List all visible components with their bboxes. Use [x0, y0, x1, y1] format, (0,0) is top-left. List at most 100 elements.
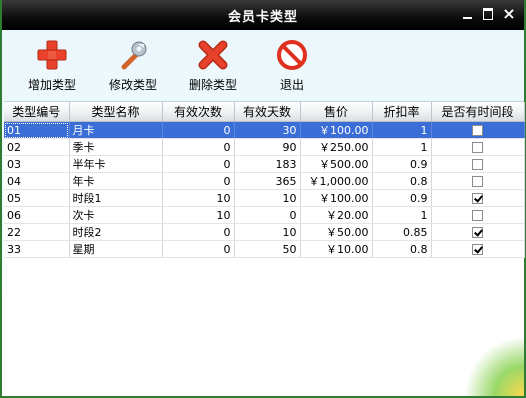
column-header-discount[interactable]: 折扣率 [372, 102, 432, 122]
cell-days[interactable]: 0 [234, 206, 301, 224]
cell-times[interactable]: 0 [162, 240, 235, 258]
column-header-days[interactable]: 有效天数 [234, 102, 301, 122]
delete-type-label: 删除类型 [188, 78, 237, 92]
cell-times[interactable]: 0 [162, 155, 235, 173]
edit-type-button[interactable]: 修改类型 [101, 38, 165, 93]
cell-discount[interactable]: 0.8 [372, 172, 432, 190]
no-entry-icon [277, 40, 307, 70]
cell-times[interactable]: 0 [162, 121, 235, 139]
cell-code[interactable]: 04 [4, 172, 70, 190]
exit-label: 退出 [279, 78, 304, 92]
add-type-button[interactable]: 增加类型 [20, 38, 84, 93]
cell-times[interactable]: 0 [162, 172, 235, 190]
exit-button[interactable]: 退出 [260, 38, 324, 93]
column-header-price[interactable]: 售价 [300, 102, 373, 122]
cell-has-period [431, 223, 525, 241]
column-header-has-period[interactable]: 是否有时间段 [431, 102, 525, 122]
cell-days[interactable]: 183 [234, 155, 301, 173]
delete-x-icon [198, 40, 228, 70]
cell-discount[interactable]: 0.9 [372, 155, 432, 173]
cell-days[interactable]: 90 [234, 138, 301, 156]
cell-name[interactable]: 星期 [69, 240, 163, 258]
has-period-checkbox[interactable] [472, 210, 483, 221]
cell-has-period [431, 121, 525, 139]
toolbar: 增加类型 修改类型 删除类型 退出 [2, 30, 524, 98]
cell-code[interactable]: 33 [4, 240, 70, 258]
has-period-checkbox[interactable] [472, 244, 483, 255]
cell-has-period [431, 189, 525, 207]
cell-has-period [431, 155, 525, 173]
cell-code[interactable]: 05 [4, 189, 70, 207]
cell-price[interactable]: ￥50.00 [300, 223, 373, 241]
has-period-checkbox[interactable] [472, 227, 483, 238]
cell-days[interactable]: 10 [234, 189, 301, 207]
delete-type-button[interactable]: 删除类型 [181, 38, 245, 93]
has-period-checkbox[interactable] [472, 125, 483, 136]
has-period-checkbox[interactable] [472, 193, 483, 204]
close-button[interactable]: × [501, 6, 517, 22]
cell-has-period [431, 172, 525, 190]
plus-icon [37, 40, 67, 70]
cell-code[interactable]: 01 [4, 121, 70, 139]
cell-discount[interactable]: 0.85 [372, 223, 432, 241]
cell-has-period [431, 138, 525, 156]
column-header-name[interactable]: 类型名称 [69, 102, 163, 122]
column-header-code[interactable]: 类型编号 [4, 102, 70, 122]
cell-name[interactable]: 月卡 [69, 121, 163, 139]
title-bar[interactable]: 会员卡类型 × [2, 0, 524, 30]
cell-price[interactable]: ￥500.00 [300, 155, 373, 173]
table-row[interactable]: 01 月卡 0 30 ￥100.00 1 [4, 121, 525, 139]
cell-days[interactable]: 365 [234, 172, 301, 190]
cell-price[interactable]: ￥1,000.00 [300, 172, 373, 190]
cell-days[interactable]: 30 [234, 121, 301, 139]
window-title: 会员卡类型 [227, 10, 298, 25]
cell-name[interactable]: 次卡 [69, 206, 163, 224]
cell-price[interactable]: ￥250.00 [300, 138, 373, 156]
cell-price[interactable]: ￥100.00 [300, 121, 373, 139]
cell-days[interactable]: 10 [234, 223, 301, 241]
cell-name[interactable]: 半年卡 [69, 155, 163, 173]
table-row[interactable]: 05 时段1 10 10 ￥100.00 0.9 [4, 189, 525, 207]
cell-times[interactable]: 0 [162, 223, 235, 241]
cell-discount[interactable]: 0.8 [372, 240, 432, 258]
cell-price[interactable]: ￥10.00 [300, 240, 373, 258]
card-type-table[interactable]: 类型编号 类型名称 有效次数 有效天数 售价 折扣率 是否有时间段 01 月卡 0 3… [4, 101, 525, 395]
cell-name[interactable]: 时段2 [69, 223, 163, 241]
wrench-icon [121, 41, 147, 70]
cell-code[interactable]: 02 [4, 138, 70, 156]
table-header-row: 类型编号 类型名称 有效次数 有效天数 售价 折扣率 是否有时间段 [4, 102, 525, 122]
table-row[interactable]: 02 季卡 0 90 ￥250.00 1 [4, 138, 525, 156]
cell-discount[interactable]: 0.9 [372, 189, 432, 207]
cell-has-period [431, 240, 525, 258]
cell-times[interactable]: 10 [162, 206, 235, 224]
cell-discount[interactable]: 1 [372, 138, 432, 156]
cell-days[interactable]: 50 [234, 240, 301, 258]
cell-has-period [431, 206, 525, 224]
cell-code[interactable]: 06 [4, 206, 70, 224]
has-period-checkbox[interactable] [472, 142, 483, 153]
cell-times[interactable]: 10 [162, 189, 235, 207]
column-header-times[interactable]: 有效次数 [162, 102, 235, 122]
cell-code[interactable]: 22 [4, 223, 70, 241]
cell-times[interactable]: 0 [162, 138, 235, 156]
cell-discount[interactable]: 1 [372, 206, 432, 224]
table-row[interactable]: 03 半年卡 0 183 ￥500.00 0.9 [4, 155, 525, 173]
table-row[interactable]: 06 次卡 10 0 ￥20.00 1 [4, 206, 525, 224]
cell-name[interactable]: 季卡 [69, 138, 163, 156]
table-row[interactable]: 22 时段2 0 10 ￥50.00 0.85 [4, 223, 525, 241]
cell-name[interactable]: 时段1 [69, 189, 163, 207]
member-card-type-window: 会员卡类型 × 增加类型 修改类型 删除类型 退出 类型编号 类型名称 有效次数… [0, 0, 526, 398]
edit-type-label: 修改类型 [108, 78, 157, 92]
cell-price[interactable]: ￥100.00 [300, 189, 373, 207]
table-row[interactable]: 33 星期 0 50 ￥10.00 0.8 [4, 240, 525, 258]
cell-price[interactable]: ￥20.00 [300, 206, 373, 224]
cell-code[interactable]: 03 [4, 155, 70, 173]
table-row[interactable]: 04 年卡 0 365 ￥1,000.00 0.8 [4, 172, 525, 190]
cell-discount[interactable]: 1 [372, 121, 432, 139]
has-period-checkbox[interactable] [472, 176, 483, 187]
minimize-button[interactable] [459, 6, 475, 22]
maximize-button[interactable] [480, 6, 496, 22]
cell-name[interactable]: 年卡 [69, 172, 163, 190]
has-period-checkbox[interactable] [472, 159, 483, 170]
add-type-label: 增加类型 [27, 78, 76, 92]
